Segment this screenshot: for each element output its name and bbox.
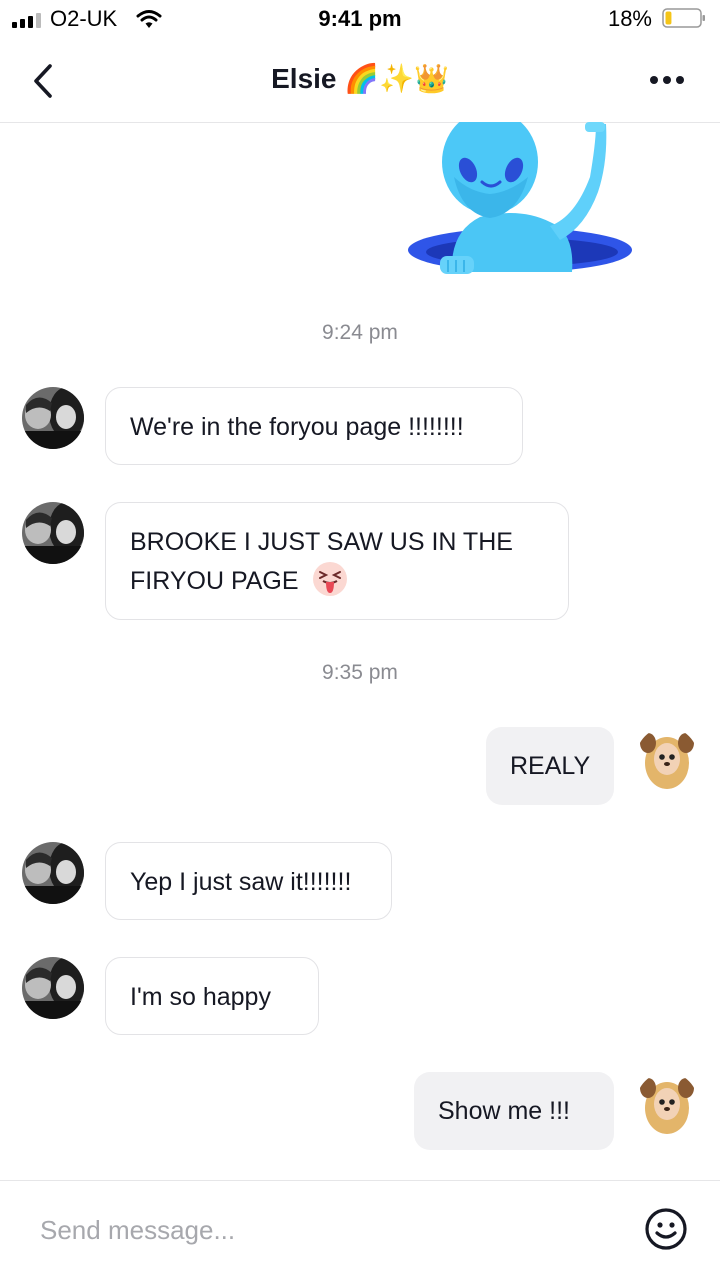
status-bar: O2-UK 9:41 pm 18% — [0, 0, 720, 40]
contact-avatar[interactable] — [22, 502, 84, 564]
smiley-face-icon[interactable] — [644, 1207, 688, 1251]
alien-sticker[interactable] — [400, 122, 640, 282]
squinting-tongue-emoji — [312, 562, 347, 596]
message-text: REALY — [510, 752, 591, 780]
message-text: Show me !!! — [438, 1097, 570, 1125]
message-timestamp: 9:24 pm — [322, 321, 398, 344]
incoming-message-bubble[interactable]: I'm so happy — [105, 957, 319, 1035]
incoming-message-bubble[interactable]: We're in the foryou page !!!!!!!! — [105, 387, 523, 465]
contact-avatar[interactable] — [22, 842, 84, 904]
message-input[interactable] — [38, 1207, 602, 1253]
contact-avatar[interactable] — [22, 957, 84, 1019]
message-text: Yep I just saw it!!!!!!! — [130, 868, 352, 896]
chat-title[interactable]: Elsie 🌈✨👑 — [0, 62, 720, 95]
outgoing-message-bubble[interactable]: REALY — [486, 727, 614, 805]
user-avatar[interactable] — [636, 1072, 698, 1134]
battery-icon — [662, 8, 705, 28]
incoming-message-bubble[interactable]: BROOKE I JUST SAW US IN THE FIRYOU PAGE — [105, 502, 569, 620]
incoming-message-bubble[interactable]: Yep I just saw it!!!!!!! — [105, 842, 392, 920]
contact-name: Elsie — [271, 63, 337, 94]
message-timestamp: 9:35 pm — [322, 661, 398, 684]
user-avatar[interactable] — [636, 727, 698, 789]
contact-avatar[interactable] — [22, 387, 84, 449]
message-text: We're in the foryou page !!!!!!!! — [130, 413, 464, 441]
battery-percent: 18% — [607, 6, 652, 31]
outgoing-message-bubble[interactable]: Show me !!! — [414, 1072, 614, 1150]
more-options-icon[interactable] — [650, 76, 684, 84]
chat-header: Elsie 🌈✨👑 — [0, 40, 720, 123]
title-emoji: 🌈✨👑 — [344, 62, 449, 95]
message-text: I'm so happy — [130, 983, 271, 1011]
message-composer — [0, 1180, 720, 1281]
